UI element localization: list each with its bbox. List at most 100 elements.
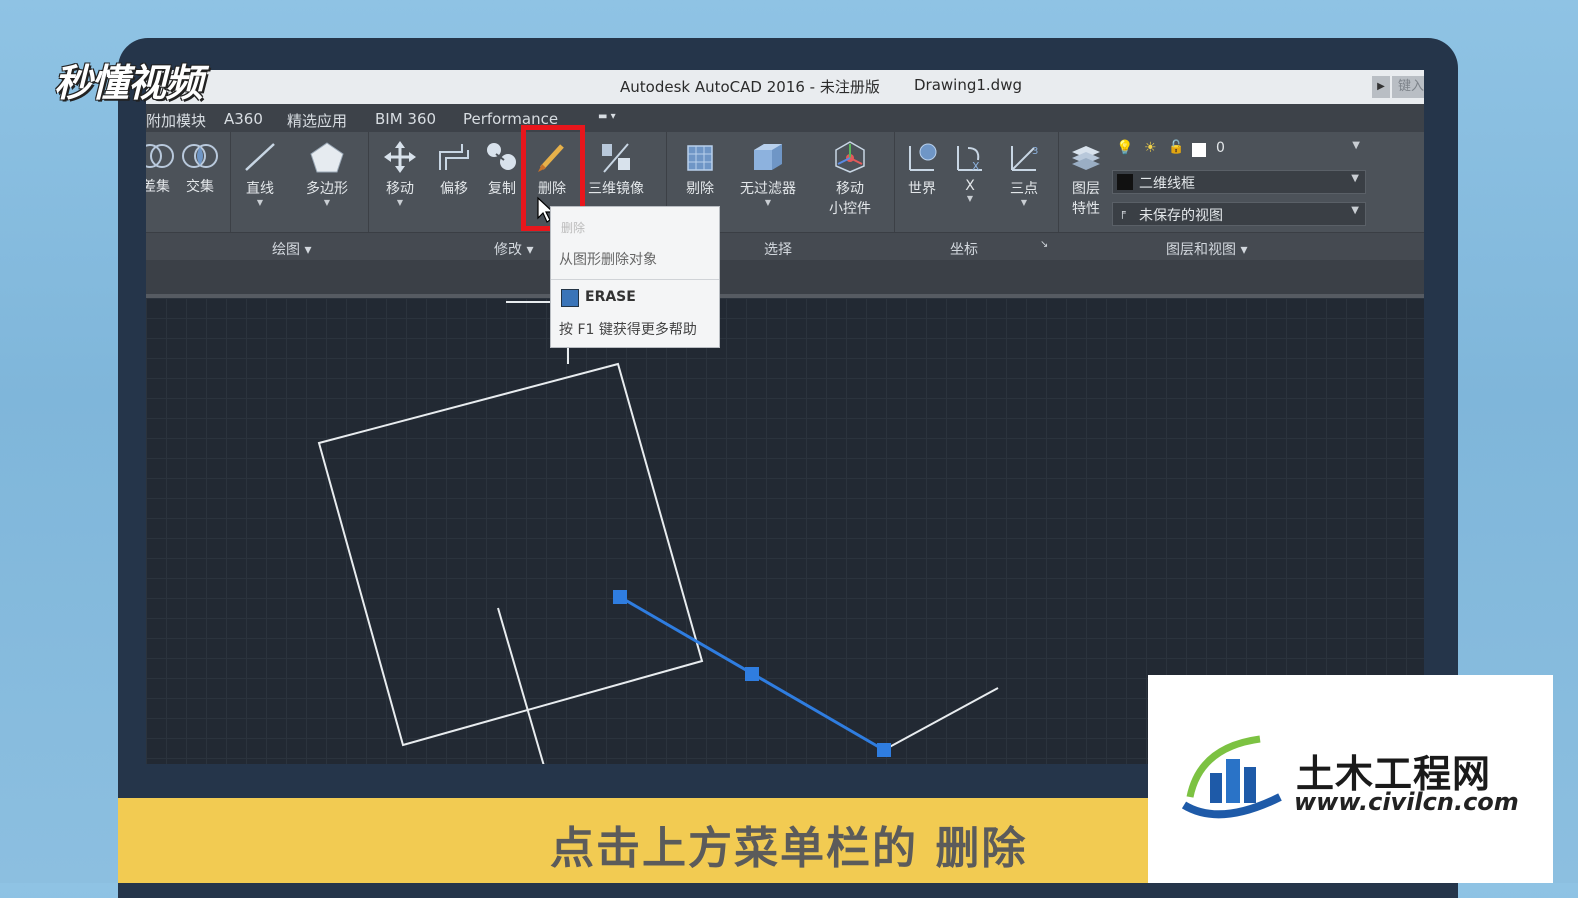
x-ucs-button[interactable]: X X ▼	[942, 140, 998, 204]
nofilter-label: 无过滤器	[740, 181, 796, 197]
channel-logo: 秒懂视频	[54, 61, 203, 105]
panel-title-layers-views[interactable]: 图层和视图 ▾	[1166, 239, 1247, 259]
lock-icon[interactable]: 🔓	[1168, 140, 1184, 155]
layers-views-panel-label: 图层和视图	[1166, 242, 1236, 258]
threepoint-label: 三点	[1010, 181, 1038, 197]
tooltip-title: 删除	[561, 221, 586, 235]
named-view-value: 未保存的视图	[1139, 208, 1223, 224]
panel-title-modify[interactable]: 修改 ▾	[494, 239, 533, 259]
draw-panel-label: 绘图	[272, 242, 300, 258]
subtitle-text: 点击上方菜单栏的 删除	[550, 823, 1028, 874]
chevron-down-icon[interactable]: ▼	[740, 198, 796, 208]
grip-handle[interactable]	[613, 590, 627, 604]
layers-stack-icon	[1072, 146, 1100, 170]
ribbon-panel-titles: 绘图 ▾ 修改 ▾ 选择 坐标 ↘ 图层和视图 ▾	[146, 232, 1424, 261]
site-watermark: 土木工程网 www.civilcn.com	[1148, 675, 1553, 883]
svg-text:3: 3	[1032, 146, 1038, 157]
move-label: 移动	[386, 181, 414, 197]
panel-title-select[interactable]: 选择	[764, 239, 792, 259]
intersect-icon	[182, 144, 218, 168]
x-label: X	[965, 178, 975, 194]
mirror3d-icon	[602, 143, 630, 173]
layer-dropdown[interactable]: 💡 ☀ 🔓 0 ▼	[1112, 138, 1366, 162]
chevron-down-icon[interactable]: ▼	[1351, 205, 1359, 216]
gizmo-label-line1: 移动	[836, 181, 864, 197]
layer-properties-button[interactable]: 图层 特性	[1058, 140, 1114, 218]
move-icon	[384, 141, 416, 173]
layerprop-label-line2: 特性	[1072, 201, 1100, 217]
line-label: 直线	[246, 181, 274, 197]
cube-filter-icon	[754, 144, 782, 170]
search-input[interactable]: 键入	[1392, 76, 1424, 98]
cull-label: 剔除	[686, 181, 714, 197]
offset-icon	[439, 144, 469, 170]
tab-featured-apps[interactable]: 精选应用	[287, 110, 347, 131]
polygon-label: 多边形	[306, 181, 348, 197]
named-view-dropdown[interactable]: ╒ 未保存的视图 ▼	[1112, 202, 1366, 226]
layerprop-label-line1: 图层	[1072, 181, 1100, 197]
grip-handle[interactable]	[745, 667, 759, 681]
erase-tooltip: 删除 从图形删除对象 ERASE 按 F1 键获得更多帮助	[550, 206, 720, 348]
move-button[interactable]: 移动 ▼	[372, 140, 428, 208]
document-name: Drawing1.dwg	[914, 76, 1022, 94]
chevron-down-icon[interactable]: ▼	[372, 198, 428, 208]
grip-handle[interactable]	[877, 743, 891, 757]
lightbulb-icon[interactable]: 💡	[1116, 140, 1133, 156]
tooltip-divider	[551, 279, 719, 280]
visual-style-value: 二维线框	[1139, 176, 1195, 192]
line-button[interactable]: 直线 ▼	[232, 140, 288, 208]
modify-panel-label: 修改	[494, 242, 522, 258]
dialog-launcher-icon[interactable]: ↘	[1040, 239, 1048, 250]
ribbon: 差集 交集 直线 ▼ 多边形 ▼ 移动 ▼ 偏移 复制 删除 三维镜像 剔除 无…	[146, 132, 1424, 261]
tab-bim360[interactable]: BIM 360	[375, 110, 436, 128]
move-gizmo-button[interactable]: 移动 小控件	[822, 140, 878, 218]
line-shape[interactable]	[497, 607, 545, 764]
copy-icon	[487, 143, 516, 170]
visual-style-icon	[1117, 174, 1133, 190]
layer-color-swatch[interactable]	[1192, 143, 1206, 157]
mirror3d-button[interactable]: 三维镜像	[588, 140, 644, 198]
intersect-label: 交集	[186, 179, 214, 195]
threepoint-ucs-button[interactable]: 3 三点 ▼	[996, 140, 1052, 208]
command-icon	[561, 289, 579, 307]
chevron-down-icon[interactable]: ▼	[299, 198, 355, 208]
view-icon: ╒	[1119, 206, 1126, 219]
ribbon-tab-bar: 附加模块 A360 精选应用 BIM 360 Performance ▬ ▾	[146, 104, 1424, 132]
line-icon	[245, 143, 275, 171]
expand-arrow-icon[interactable]: ▶	[1372, 76, 1390, 98]
nofilter-button[interactable]: 无过滤器 ▼	[740, 140, 796, 208]
title-bar: Autodesk AutoCAD 2016 - 未注册版 Drawing1.dw…	[146, 70, 1424, 104]
panel-title-draw[interactable]: 绘图 ▾	[272, 239, 311, 259]
chevron-down-icon[interactable]: ▼	[232, 198, 288, 208]
sun-icon[interactable]: ☀	[1144, 140, 1157, 156]
ucs-3point-icon: 3	[1011, 146, 1038, 171]
chevron-down-icon[interactable]: ▼	[942, 194, 998, 204]
gizmo-icon	[835, 141, 865, 173]
intersect-button[interactable]: 交集	[172, 140, 228, 196]
polygon-icon	[310, 142, 344, 173]
visual-style-dropdown[interactable]: 二维线框 ▼	[1112, 170, 1366, 194]
ucs-x-icon: X	[957, 146, 982, 173]
cull-button[interactable]: 剔除	[672, 140, 728, 198]
gizmo-label-line2: 小控件	[829, 201, 871, 217]
chevron-down-icon[interactable]: ▼	[996, 198, 1052, 208]
svg-text:X: X	[972, 160, 980, 173]
subtract-icon	[146, 144, 174, 168]
tab-addins[interactable]: 附加模块	[146, 110, 206, 131]
tab-a360[interactable]: A360	[224, 110, 263, 128]
ribbon-options-icon[interactable]: ▬ ▾	[598, 111, 628, 125]
ucs-world-icon	[909, 143, 937, 171]
civilcn-logo-icon	[1181, 735, 1282, 819]
chevron-down-icon[interactable]: ▼	[1352, 140, 1360, 151]
tooltip-help: 按 F1 键获得更多帮助	[559, 322, 697, 338]
tooltip-description: 从图形删除对象	[559, 252, 657, 268]
file-tabs-bar	[146, 260, 1424, 298]
line-shape[interactable]	[883, 687, 999, 751]
panel-title-coords[interactable]: 坐标	[950, 239, 978, 259]
polygon-button[interactable]: 多边形 ▼	[299, 140, 355, 208]
chevron-down-icon[interactable]: ▼	[1351, 173, 1359, 184]
mirror3d-label: 三维镜像	[588, 181, 644, 197]
rectangle-shape[interactable]	[317, 362, 704, 747]
autocad-window: Autodesk AutoCAD 2016 - 未注册版 Drawing1.dw…	[146, 70, 1424, 764]
watermark-url: www.civilcn.com	[1294, 788, 1519, 816]
